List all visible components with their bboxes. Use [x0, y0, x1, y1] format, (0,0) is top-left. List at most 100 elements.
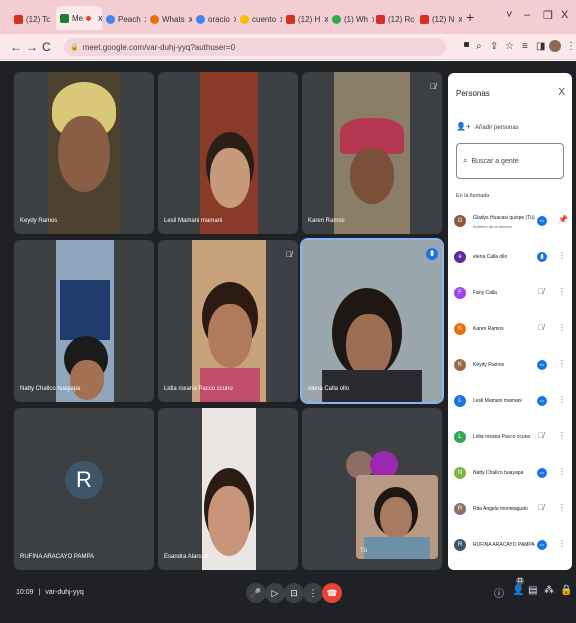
bookmark-star-icon[interactable]: ☆: [505, 41, 514, 52]
avatar: L: [454, 431, 466, 443]
close-tab-icon[interactable]: x: [98, 13, 102, 23]
people-button[interactable]: 👤: [512, 585, 524, 596]
tab-search-icon[interactable]: ˅: [506, 9, 512, 21]
video-tile-self[interactable]: Tú: [302, 408, 442, 570]
new-tab-button[interactable]: +: [466, 9, 474, 25]
face: [208, 486, 250, 556]
microphone-button[interactable]: 🎤: [246, 583, 266, 603]
close-tab-icon[interactable]: x: [280, 14, 282, 24]
close-tab-icon[interactable]: x: [234, 14, 236, 24]
host-controls-icon[interactable]: 🔒: [560, 585, 572, 596]
people-search-input[interactable]: ⌕ Buscar a gente: [456, 143, 564, 179]
participant-row[interactable]: L Lesli Mamani mamani ••• ⋮: [454, 390, 568, 414]
muted-mic-icon[interactable]: 🎙̸: [538, 287, 544, 296]
browser-tab[interactable]: (12) Hx: [286, 9, 328, 29]
meeting-details-icon[interactable]: ⓘ: [494, 585, 504, 600]
participant-row[interactable]: K Karen Ramos 🎙̸ ⋮: [454, 318, 568, 342]
browser-tab-active[interactable]: Me x: [56, 6, 102, 30]
more-options-icon[interactable]: ⋮: [558, 467, 566, 476]
youtube-icon: [376, 14, 385, 24]
browser-tab[interactable]: Whats x: [150, 9, 192, 29]
camera-button[interactable]: ▷: [265, 583, 285, 603]
close-tab-icon[interactable]: x: [145, 14, 146, 24]
participant-name: Lidia roxana Pacco ccuno: [164, 386, 233, 392]
menu-icon[interactable]: ⋮: [566, 41, 576, 52]
camera-in-use-icon[interactable]: [464, 42, 469, 47]
close-tab-icon[interactable]: x: [372, 14, 374, 24]
share-icon[interactable]: ⇪: [490, 41, 498, 52]
muted-mic-icon[interactable]: 🎙̸: [538, 323, 544, 332]
meeting-info: 10:09 | var-duhj-yyq: [16, 589, 84, 596]
video-tile[interactable]: 🎙̸ Lidia roxana Pacco ccuno: [158, 240, 298, 402]
close-tab-icon[interactable]: x: [189, 14, 192, 24]
participant-name: Esandra Alarcon: [164, 554, 209, 560]
close-panel-button[interactable]: X: [558, 87, 565, 98]
close-window-button[interactable]: X: [561, 9, 568, 21]
participant-role: Anfitrión de la reunión: [473, 224, 512, 229]
participant-row[interactable]: G Gladys Huacasi quispe (Tú) Anfitrión de …: [454, 210, 568, 234]
minimize-button[interactable]: –: [524, 9, 530, 21]
video-tile[interactable]: Lesli Mamani mamani: [158, 72, 298, 234]
reload-icon[interactable]: C: [42, 40, 51, 54]
browser-tab[interactable]: (12) Rcx: [376, 9, 418, 29]
more-options-icon[interactable]: ⋮: [558, 359, 566, 368]
meet-icon: [60, 13, 69, 23]
browser-tab[interactable]: (1) Whx: [332, 9, 374, 29]
browser-tab[interactable]: oraciox: [196, 9, 236, 29]
participant-row[interactable]: e elena Calla ollo ▮ ⋮: [454, 246, 568, 270]
present-screen-button[interactable]: ⊡: [284, 583, 304, 603]
more-options-button[interactable]: ⋮: [303, 583, 323, 603]
pin-icon[interactable]: 📌: [558, 215, 568, 224]
video-tile-active-speaker[interactable]: ▮ elena Calla ollo: [300, 238, 444, 404]
video-tile[interactable]: R RUFINA ARACAYO PAMPA: [14, 408, 154, 570]
video-tile[interactable]: Esandra Alarcon: [158, 408, 298, 570]
audio-level-icon: •••: [537, 540, 547, 550]
maximize-button[interactable]: ❐: [543, 9, 553, 22]
zoom-icon[interactable]: ⌕: [476, 41, 482, 52]
youtube-icon: [14, 14, 23, 24]
reading-list-icon[interactable]: ≡: [522, 41, 528, 52]
face: [350, 148, 394, 204]
activities-icon[interactable]: ⁂: [544, 585, 554, 596]
peach-icon: [106, 14, 115, 24]
browser-tab[interactable]: (12) Nx: [420, 9, 462, 29]
in-call-section-label: En la llamada: [456, 193, 490, 199]
forward-icon[interactable]: →: [26, 40, 38, 54]
video-tile[interactable]: Natty Challco huayapa: [14, 240, 154, 402]
muted-mic-icon[interactable]: 🎙̸: [538, 503, 544, 512]
close-tab-icon[interactable]: x: [458, 14, 462, 24]
leave-call-button[interactable]: ☎: [322, 583, 342, 603]
whatsapp-icon: [150, 14, 159, 24]
more-options-icon[interactable]: ⋮: [558, 503, 566, 512]
chat-icon[interactable]: ▤: [528, 585, 537, 596]
avatar: K: [454, 323, 466, 335]
more-options-icon[interactable]: ⋮: [558, 431, 566, 440]
address-bar[interactable]: 🔒 meet.google.com/var-duhj-yyq?authuser=…: [64, 38, 446, 56]
side-panel-icon[interactable]: ◨: [536, 41, 545, 52]
people-panel: Personas X 👤+ Añadir personas ⌕ Buscar a…: [448, 73, 572, 570]
video-tile[interactable]: 🎙̸ Karen Ramos: [302, 72, 442, 234]
participant-row[interactable]: N Natty Challco huayapa ••• ⋮: [454, 462, 568, 486]
more-options-icon[interactable]: ⋮: [558, 395, 566, 404]
participant-row[interactable]: R Rita Angela monteagudo 🎙̸ ⋮: [454, 498, 568, 522]
participant-row[interactable]: K Keydy Ramos ••• ⋮: [454, 354, 568, 378]
more-options-icon[interactable]: ⋮: [558, 323, 566, 332]
profile-avatar[interactable]: [549, 40, 561, 52]
browser-tab[interactable]: (12) Tcx: [14, 9, 50, 29]
browser-tab[interactable]: cuentox: [240, 9, 282, 29]
video-feed: [56, 240, 114, 402]
more-options-icon[interactable]: ⋮: [558, 251, 566, 260]
browser-tab[interactable]: Peachx: [106, 9, 146, 29]
participant-row[interactable]: R RUFINA ARACAYO PAMPA ••• ⋮: [454, 534, 568, 558]
muted-mic-icon[interactable]: 🎙̸: [538, 431, 544, 440]
add-people-button[interactable]: 👤+ Añadir personas: [456, 122, 519, 131]
back-icon[interactable]: ←: [10, 40, 22, 54]
more-options-icon[interactable]: ⋮: [558, 287, 566, 296]
participant-row[interactable]: F Fany Calla 🎙̸ ⋮: [454, 282, 568, 306]
participant-name: Karen Ramos: [473, 326, 504, 332]
close-tab-icon[interactable]: x: [324, 14, 328, 24]
video-tile[interactable]: Keydy Ramos: [14, 72, 154, 234]
more-options-icon[interactable]: ⋮: [558, 539, 566, 548]
participant-row[interactable]: L Lidia roxana Pacco ccuno 🎙̸ ⋮: [454, 426, 568, 450]
avatar: L: [454, 395, 466, 407]
